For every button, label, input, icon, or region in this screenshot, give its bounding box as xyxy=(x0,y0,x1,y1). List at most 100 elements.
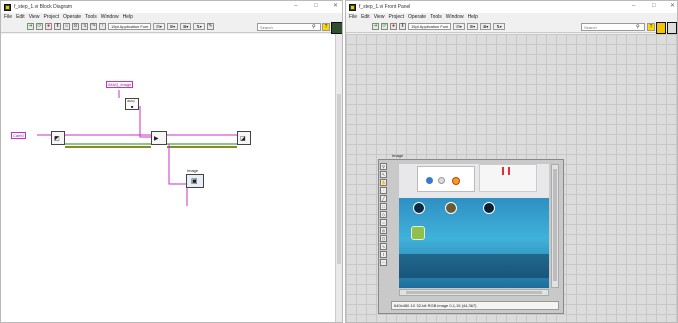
search-icon[interactable]: ⚲ xyxy=(636,24,640,30)
menu-edit[interactable]: Edit xyxy=(16,14,25,20)
camera-session-constant[interactable]: Cam0 xyxy=(11,132,26,139)
rotated-rect-icon[interactable]: ◇ xyxy=(380,211,387,218)
reorder-dropdown[interactable]: ⇅▾ xyxy=(193,23,205,30)
toolbar: ➜ ⟳ ● ‖ ☼ ⊙ ↴ ↷ ↑ 15pt Application Font … xyxy=(1,21,342,33)
font-select[interactable]: 15pt Application Font xyxy=(408,23,452,30)
retain-wire-icon[interactable]: ⊙ xyxy=(72,23,79,30)
image-viewport[interactable] xyxy=(399,164,549,288)
run-arrow-icon[interactable]: ➜ xyxy=(372,23,379,30)
image-indicator-terminal[interactable]: ▣ xyxy=(186,174,204,188)
menu-tools[interactable]: Tools xyxy=(430,14,442,20)
image-vscroll[interactable] xyxy=(551,164,559,288)
pause-icon[interactable]: ‖ xyxy=(399,23,406,30)
imaq-image-constant[interactable]: IMAQ_image xyxy=(106,81,134,88)
photo-shadow-band xyxy=(399,254,549,278)
menu-view[interactable]: View xyxy=(29,14,40,20)
menu-operate[interactable]: Operate xyxy=(63,14,81,20)
window-title: f_step_1.vi Front Panel xyxy=(359,4,411,10)
step-over-icon[interactable]: ↷ xyxy=(90,23,97,30)
menu-tools[interactable]: Tools xyxy=(85,14,97,20)
photo-app-icon-1 xyxy=(413,202,425,214)
reorder-dropdown[interactable]: ⇅▾ xyxy=(493,23,505,30)
menu-window[interactable]: Window xyxy=(101,14,119,20)
menu-help[interactable]: Help xyxy=(468,14,478,20)
resize-dropdown[interactable]: ⊠▾ xyxy=(180,23,192,30)
abort-icon[interactable]: ● xyxy=(45,23,52,30)
run-arrow-icon[interactable]: ➜ xyxy=(27,23,34,30)
menu-file[interactable]: File xyxy=(4,14,12,20)
abort-icon[interactable]: ● xyxy=(390,23,397,30)
highlight-icon[interactable]: ☼ xyxy=(63,23,70,30)
title-bar[interactable]: f_step_1.vi Front Panel – □ ✕ xyxy=(346,1,677,13)
menu-view[interactable]: View xyxy=(374,14,385,20)
maximize-button[interactable]: □ xyxy=(652,3,656,10)
pan-icon[interactable]: ✋ xyxy=(380,179,387,186)
photo-blue-dot xyxy=(426,177,433,184)
distribute-dropdown[interactable]: ⊞▾ xyxy=(166,23,179,30)
help-icon[interactable]: ? xyxy=(647,23,655,31)
step-out-icon[interactable]: ↑ xyxy=(99,23,106,30)
image-hscroll-thumb[interactable] xyxy=(406,291,542,294)
minimize-button[interactable]: – xyxy=(294,3,297,10)
help-icon[interactable]: ? xyxy=(322,23,330,31)
menu-window[interactable]: Window xyxy=(446,14,464,20)
imaqdx-close-node[interactable]: ◪ xyxy=(237,131,251,145)
image-hscroll[interactable] xyxy=(399,289,549,296)
point-icon[interactable]: · xyxy=(380,187,387,194)
photo-red-mark-2 xyxy=(508,167,510,175)
broken-line-icon[interactable]: ⋯ xyxy=(380,259,387,266)
rectangle-icon[interactable]: □ xyxy=(380,203,387,210)
toolbar: ➜ ⟳ ● ‖ 15pt Application Font ⊟▾ ⊞▾ ⊠▾ ⇅… xyxy=(346,21,677,33)
camera-icon: ■ xyxy=(131,104,134,109)
menu-edit[interactable]: Edit xyxy=(361,14,370,20)
polyline-icon[interactable]: ⌇ xyxy=(380,251,387,258)
photo-red-mark-1 xyxy=(502,167,504,175)
run-continuous-icon[interactable]: ⟳ xyxy=(36,23,43,30)
block-diagram-canvas[interactable]: IMAQ_image IMAQ ■ Cam0 ◩ ▶ ◪ Image ▣ xyxy=(1,34,336,322)
front-panel-canvas[interactable]: Image ⚲ ↖ ✋ · ╱ □ ◇ ○ ◎ ⬠ ∿ ⌇ ⋯ 640x480 … xyxy=(346,34,677,322)
distribute-dropdown[interactable]: ⊞▾ xyxy=(466,23,479,30)
pause-icon[interactable]: ‖ xyxy=(54,23,61,30)
imaqdx-open-node[interactable]: ◩ xyxy=(51,131,65,145)
photo-app-icon-3 xyxy=(483,202,495,214)
vi-connector-icon[interactable] xyxy=(656,22,666,34)
menu-help[interactable]: Help xyxy=(123,14,133,20)
photo-app-icon-4 xyxy=(411,226,425,240)
image-vscroll-thumb[interactable] xyxy=(553,169,557,281)
window-title: f_step_1.vi Block Diagram xyxy=(14,4,73,10)
pointer-icon[interactable]: ↖ xyxy=(380,171,387,178)
resize-dropdown[interactable]: ⊠▾ xyxy=(480,23,492,30)
menu-file[interactable]: File xyxy=(349,14,357,20)
image-indicator-label: Image xyxy=(187,168,199,173)
step-into-icon[interactable]: ↴ xyxy=(81,23,88,30)
menu-project[interactable]: Project xyxy=(43,14,59,20)
imaq-create-node[interactable]: IMAQ ■ xyxy=(125,98,139,110)
photo-card-right xyxy=(479,164,537,192)
cleanup-icon[interactable]: ✎ xyxy=(206,23,214,30)
close-button[interactable]: ✕ xyxy=(670,3,675,10)
line-icon[interactable]: ╱ xyxy=(380,195,387,202)
menu-operate[interactable]: Operate xyxy=(408,14,426,20)
annulus-icon[interactable]: ◎ xyxy=(380,227,387,234)
scroll-thumb[interactable] xyxy=(337,94,341,264)
zoom-icon[interactable]: ⚲ xyxy=(380,163,387,170)
freehand-icon[interactable]: ∿ xyxy=(380,243,387,250)
maximize-button[interactable]: □ xyxy=(314,3,318,10)
labview-app-icon xyxy=(349,3,356,11)
minimize-button[interactable]: – xyxy=(632,3,635,10)
imaqdx-grab-node[interactable]: ▶ xyxy=(151,131,167,145)
font-select[interactable]: 15pt Application Font xyxy=(108,23,152,30)
vi-icon[interactable] xyxy=(667,22,677,34)
run-continuous-icon[interactable]: ⟳ xyxy=(381,23,388,30)
search-icon[interactable]: ⚲ xyxy=(312,24,316,30)
menu-project[interactable]: Project xyxy=(388,14,404,20)
vi-icon[interactable] xyxy=(331,22,342,34)
menu-bar: File Edit View Project Operate Tools Win… xyxy=(346,13,677,21)
align-dropdown[interactable]: ⊟▾ xyxy=(153,23,165,30)
align-dropdown[interactable]: ⊟▾ xyxy=(453,23,465,30)
close-button[interactable]: ✕ xyxy=(333,3,338,10)
polygon-icon[interactable]: ⬠ xyxy=(380,235,387,242)
oval-icon[interactable]: ○ xyxy=(380,219,387,226)
vertical-scrollbar[interactable] xyxy=(335,34,342,322)
title-bar[interactable]: f_step_1.vi Block Diagram – □ ✕ xyxy=(1,1,342,13)
